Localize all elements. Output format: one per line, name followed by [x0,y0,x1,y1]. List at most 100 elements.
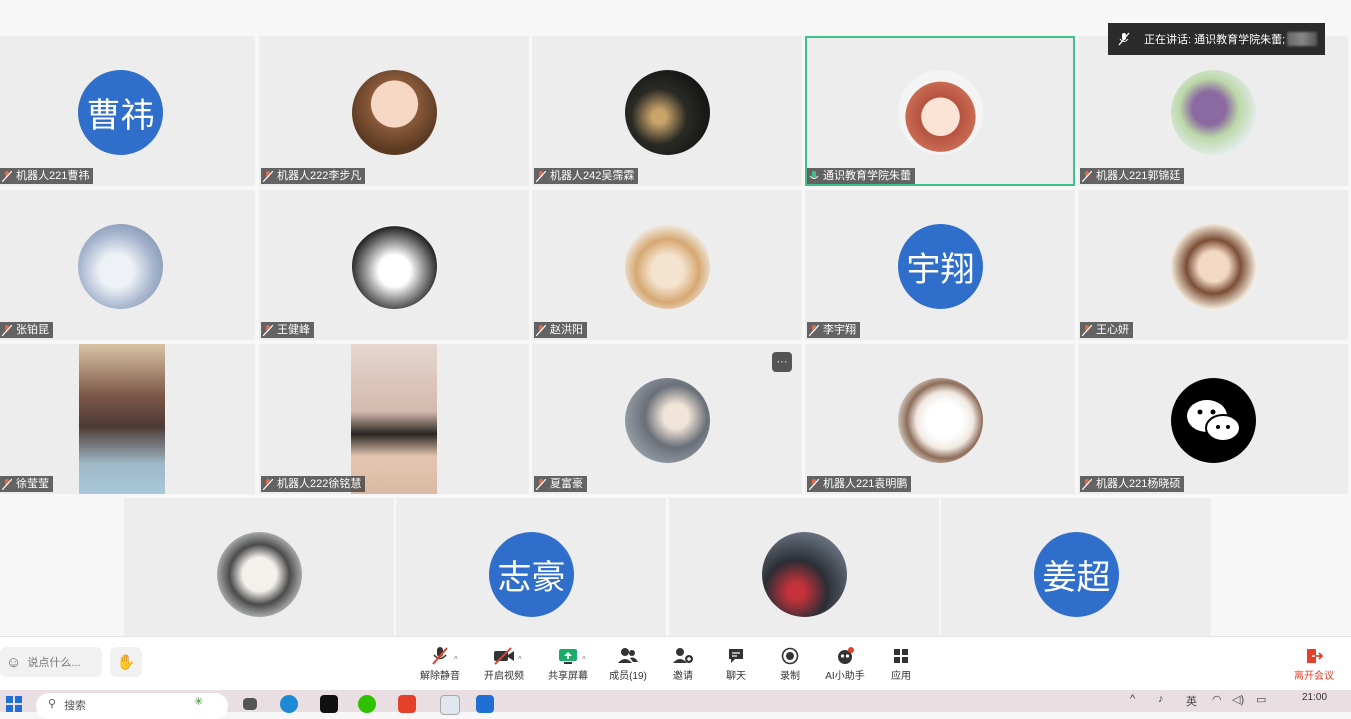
mic-muted-icon [263,170,273,182]
avatar [352,70,437,155]
participant-tile[interactable]: 赵洪阳 [532,190,802,340]
name-label: 机器人222徐铭慧 [261,476,366,492]
photos-icon[interactable] [440,695,460,715]
mic-muted-icon [263,478,273,490]
share-screen-icon [559,649,577,664]
ai-assistant-icon [838,647,854,664]
name-label: 机器人222李步凡 [261,168,366,184]
taskbar-search[interactable]: ⚲ 搜索 ✳ [36,693,228,719]
name-label: 通识教育学院朱蕾 [807,168,915,184]
wps-icon[interactable] [398,695,416,713]
raise-hand-button[interactable]: ✋ [110,647,142,677]
participant-tile[interactable]: 王健峰 [259,190,529,340]
avatar [1171,224,1256,309]
leaf-icon: ✳ [194,696,204,708]
clock[interactable]: 21:00 [1302,692,1327,703]
avatar [217,532,302,617]
meeting-app-icon[interactable] [476,695,494,713]
avatar: 姜超 [1034,532,1119,617]
chat-quick-input[interactable]: ☺ 说点什么... [0,647,102,677]
pen-icon[interactable]: ♪ [1158,693,1164,705]
share-screen-button[interactable]: ^ 共享屏幕 [538,645,598,682]
participant-tile-video[interactable]: 机器人222徐铭慧 [259,344,529,494]
members-icon [618,648,638,663]
windows-start-icon[interactable] [6,696,22,712]
mic-muted-icon [1118,32,1130,46]
participant-tile[interactable]: 夏富豪 ··· [532,344,802,494]
avatar [1171,378,1256,463]
participant-tile[interactable]: 姜超 [941,498,1211,636]
name-label: 徐莹莹 [0,476,53,492]
participant-tile[interactable]: 机器人222李步凡 [259,36,529,186]
name-label: 机器人221曹祎 [0,168,94,184]
start-video-button[interactable]: ^ 开启视频 [474,645,534,682]
speaking-label: 正在讲话: 通识教育学院朱蕾; [1144,34,1286,46]
mic-muted-icon [1082,478,1092,490]
record-button[interactable]: 录制 [760,645,820,682]
participant-tile[interactable]: 志豪 [396,498,666,636]
participant-tile[interactable] [669,498,939,636]
record-icon [781,647,799,665]
battery-icon[interactable]: ▭ [1256,693,1266,706]
name-label: 张铂昆 [0,322,53,338]
wechat-app-icon[interactable] [358,695,376,713]
mic-muted-icon [809,478,819,490]
tiktok-icon[interactable] [320,695,338,713]
mic-muted-icon [2,324,12,336]
members-button[interactable]: 成员(19) [598,645,658,682]
mic-muted-icon [263,324,273,336]
wifi-icon[interactable]: ◠ [1212,693,1222,706]
wechat-icon [1187,400,1241,442]
avatar [625,378,710,463]
participant-tile[interactable]: 机器人221袁明鹏 [805,344,1075,494]
mic-muted-icon [2,478,12,490]
apps-icon [894,649,908,663]
task-view-icon[interactable] [243,698,257,710]
mic-muted-icon [432,647,448,665]
name-label: 李宇翔 [807,322,860,338]
invite-button[interactable]: 邀请 [653,645,713,682]
ai-assistant-button[interactable]: AI小助手 [815,645,875,682]
mic-muted-icon [809,324,819,336]
chevron-up-icon[interactable]: ^ [582,655,586,664]
more-options-icon[interactable]: ··· [772,352,792,372]
participant-tile-video[interactable]: 徐莹莹 [0,344,255,494]
participant-tile[interactable]: 王心妍 [1078,190,1348,340]
avatar [625,224,710,309]
participant-tile[interactable]: 机器人221郭锦廷 [1078,36,1348,186]
participant-tile-active-speaker[interactable]: 通识教育学院朱蕾 [805,36,1075,186]
chevron-up-icon[interactable]: ^ [454,655,458,664]
mic-muted-icon [536,478,546,490]
chevron-up-icon[interactable]: ^ [518,655,522,664]
avatar: 曹祎 [78,70,163,155]
avatar [898,378,983,463]
mic-muted-icon [536,324,546,336]
leave-meeting-button[interactable]: 离开会议 [1285,645,1343,682]
avatar [898,70,983,155]
participant-tile[interactable]: 机器人242吴霈霖 [532,36,802,186]
participant-tile[interactable]: 张铂昆 [0,190,255,340]
name-label: 机器人242吴霈霖 [534,168,639,184]
hand-icon: ✋ [116,654,136,671]
participant-tile[interactable]: 曹祎 机器人221曹祎 [0,36,255,186]
smile-icon: ☺ [6,653,22,671]
name-label: 机器人221杨晓硕 [1080,476,1185,492]
ime-indicator[interactable]: 英 [1186,693,1197,709]
video-feed [79,344,165,494]
unmute-button[interactable]: ^ 解除静音 [410,645,470,682]
name-label: 机器人221袁明鹏 [807,476,912,492]
chat-button[interactable]: 聊天 [706,645,766,682]
avatar [762,532,847,617]
mic-muted-icon [2,170,12,182]
volume-icon[interactable]: ◁) [1232,693,1244,706]
apps-button[interactable]: 应用 [871,645,931,682]
participant-tile[interactable] [124,498,394,636]
participant-tile[interactable]: 宇翔 李宇翔 [805,190,1075,340]
name-label: 赵洪阳 [534,322,587,338]
video-grid: 曹祎 机器人221曹祎 机器人222李步凡 机器人242吴霈霖 通识教育学院朱蕾… [0,36,1351,636]
speaking-indicator: 正在讲话: 通识教育学院朱蕾; [1108,23,1325,55]
chevron-up-icon[interactable]: ^ [1130,693,1135,705]
edge-browser-icon[interactable] [280,695,298,713]
name-label: 王心妍 [1080,322,1133,338]
participant-tile[interactable]: 机器人221杨晓硕 [1078,344,1348,494]
